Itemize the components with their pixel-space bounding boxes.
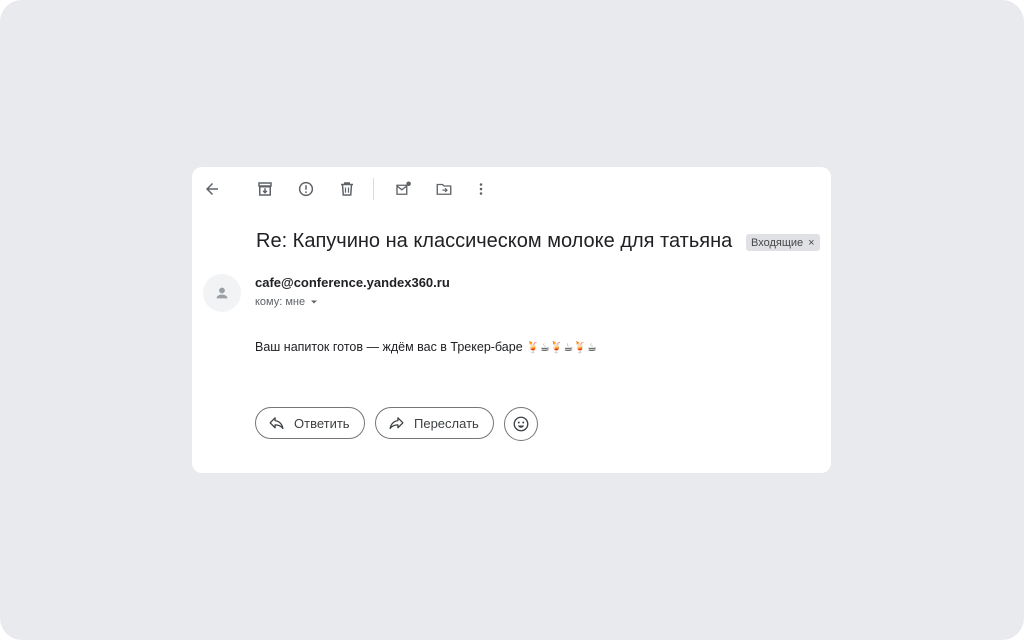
mark-unread-icon[interactable] bbox=[389, 175, 417, 203]
forward-button[interactable]: Переслать bbox=[375, 407, 494, 439]
remove-label-icon[interactable]: × bbox=[808, 237, 814, 249]
delete-icon[interactable] bbox=[333, 175, 361, 203]
recipient-text: кому: мне bbox=[255, 296, 306, 308]
forward-label: Переслать bbox=[414, 415, 479, 431]
body-emojis: 🍹☕🍹☕🍹☕ bbox=[526, 342, 597, 354]
report-spam-icon[interactable] bbox=[292, 175, 320, 203]
archive-icon[interactable] bbox=[251, 175, 279, 203]
chevron-down-icon bbox=[311, 300, 318, 304]
emoji-reaction-button[interactable] bbox=[504, 407, 538, 441]
email-body: Ваш напиток готов — ждём вас в Трекер-ба… bbox=[255, 340, 597, 354]
move-to-icon[interactable] bbox=[430, 175, 458, 203]
inbox-label-chip[interactable]: Входящие × bbox=[746, 234, 820, 251]
avatar[interactable] bbox=[203, 274, 241, 312]
body-text: Ваш напиток готов — ждём вас в Трекер-ба… bbox=[255, 340, 523, 354]
label-name: Входящие bbox=[751, 236, 804, 249]
page-background: Re: Капучино на классическом молоке для … bbox=[0, 0, 1024, 640]
email-subject: Re: Капучино на классическом молоке для … bbox=[256, 230, 733, 252]
sender-address: cafe@conference.yandex360.ru bbox=[255, 275, 450, 290]
back-icon[interactable] bbox=[198, 175, 226, 203]
toolbar-divider bbox=[373, 178, 374, 200]
person-icon bbox=[216, 287, 228, 299]
recipient-details-toggle[interactable]: кому: мне bbox=[255, 296, 320, 308]
email-card: Re: Капучино на классическом молоке для … bbox=[192, 167, 831, 473]
more-vert-icon[interactable] bbox=[467, 175, 495, 203]
smiley-icon bbox=[513, 416, 529, 432]
reply-button[interactable]: Ответить bbox=[255, 407, 365, 439]
forward-icon bbox=[389, 416, 404, 429]
reply-label: Ответить bbox=[294, 415, 350, 431]
reply-icon bbox=[269, 416, 284, 429]
